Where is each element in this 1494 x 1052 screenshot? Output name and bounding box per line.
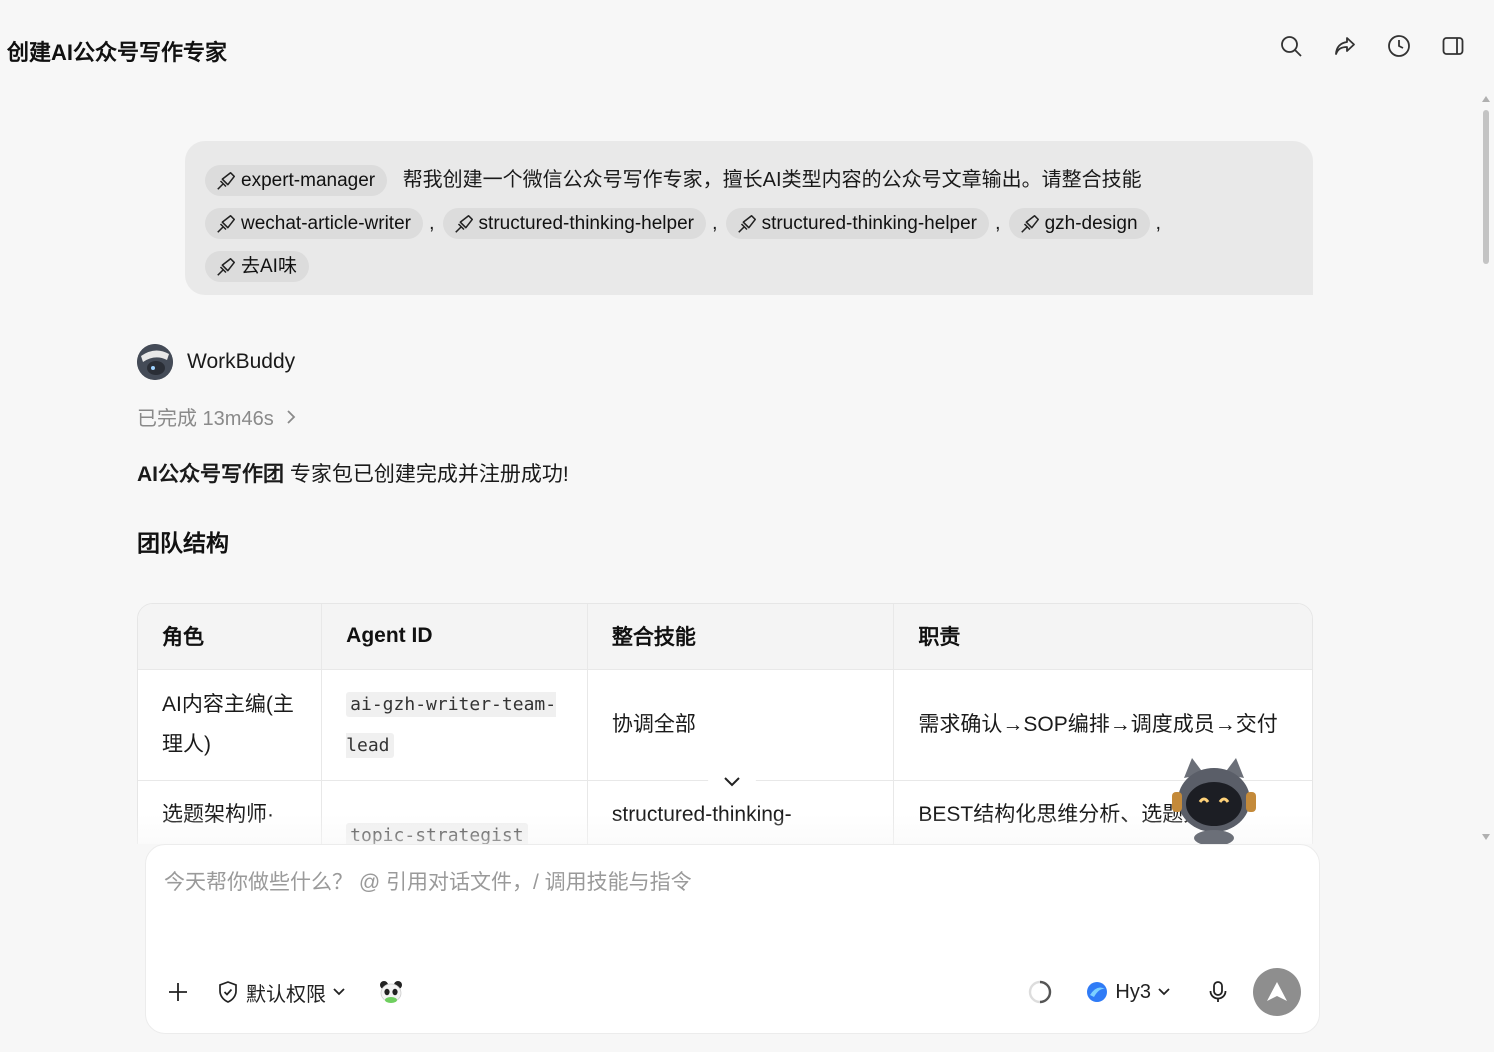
voice-input-button[interactable] — [1207, 980, 1229, 1004]
chevron-down-icon — [1158, 988, 1170, 996]
skill-chip-label: 去AI味 — [241, 256, 297, 278]
separator: , — [1155, 212, 1162, 234]
chevron-down-icon — [724, 777, 740, 787]
message-text: 帮我创建一个微信公众号写作专家，擅长AI类型内容的公众号文章输出。请整合技能 — [402, 169, 1142, 191]
skill-chip-label: structured-thinking-helper — [761, 213, 978, 235]
summary-rest: 专家包已创建完成并注册成功! — [284, 463, 569, 486]
skill-icon — [217, 171, 236, 190]
column-header: 角色 — [138, 604, 323, 670]
loading-spinner-icon — [1029, 980, 1052, 1004]
app-window: 创建AI公众号写作专家 expert-manager 帮我创建一个微信公众号写作… — [0, 4, 1494, 1052]
plus-icon — [169, 983, 187, 1001]
skill-chip[interactable]: gzh-design — [1008, 208, 1150, 240]
user-message-bubble: expert-manager 帮我创建一个微信公众号写作专家，擅长AI类型内容的… — [185, 141, 1313, 295]
send-button[interactable] — [1253, 968, 1301, 1016]
composer-toolbar: 默认权限 Hy3 — [166, 967, 1301, 1017]
assistant-avatar — [137, 344, 173, 380]
column-header: 职责 — [893, 604, 1312, 670]
agent-id-cell: ai-gzh-writer-team-lead — [321, 669, 588, 781]
scrollbar[interactable] — [1482, 96, 1490, 840]
task-status[interactable]: 已完成 13m46s — [137, 402, 296, 431]
permission-label: 默认权限 — [246, 983, 326, 1006]
skill-icon — [454, 214, 473, 233]
summary-text: AI公众号写作团 专家包已创建完成并注册成功! — [137, 458, 569, 488]
mascot-robot-icon[interactable] — [1166, 752, 1262, 844]
chevron-down-icon — [333, 988, 345, 996]
panda-mode-button[interactable] — [378, 979, 404, 1005]
title-actions — [1278, 33, 1466, 59]
title-bar: 创建AI公众号写作专家 — [0, 4, 1494, 92]
skill-chip[interactable]: structured-thinking-helper — [442, 208, 706, 240]
share-icon — [1335, 37, 1355, 55]
skill-chip-label: wechat-article-writer — [241, 213, 411, 235]
assistant-header: WorkBuddy — [137, 344, 295, 380]
team-table: 角色 Agent ID 整合技能 职责 AI内容主编(主理人) ai-gzh-w… — [137, 603, 1313, 844]
skill-icon — [737, 214, 756, 233]
assistant-name: WorkBuddy — [187, 350, 296, 373]
skill-icon — [217, 214, 236, 233]
loading-indicator — [1027, 979, 1053, 1005]
scrollbar-thumb[interactable] — [1483, 110, 1489, 264]
separator: , — [995, 212, 1001, 234]
skill-chip[interactable]: 去AI味 — [205, 251, 309, 283]
search-icon — [1281, 36, 1302, 57]
summary-bold: AI公众号写作团 — [137, 463, 284, 486]
permission-dropdown[interactable]: 默认权限 — [216, 978, 346, 1007]
history-icon — [1388, 35, 1410, 57]
skill-chip[interactable]: expert-manager — [205, 165, 388, 197]
model-selector[interactable]: Hy3 — [1085, 980, 1171, 1004]
separator: , — [428, 212, 435, 234]
task-status-label: 已完成 13m46s — [137, 408, 274, 430]
scroll-down-arrow[interactable] — [1482, 834, 1490, 840]
skill-icon — [1020, 214, 1039, 233]
history-button[interactable] — [1386, 33, 1412, 59]
skill-chip[interactable]: wechat-article-writer — [205, 208, 423, 240]
role-cell: AI内容主编(主理人) — [138, 669, 323, 781]
robot-avatar-icon — [137, 344, 173, 380]
share-button[interactable] — [1332, 33, 1358, 59]
sidebar-toggle-button[interactable] — [1440, 33, 1466, 59]
shield-check-icon — [219, 981, 237, 1003]
skill-chip-label: expert-manager — [241, 170, 376, 192]
column-header: 整合技能 — [587, 604, 895, 670]
scroll-up-arrow[interactable] — [1482, 96, 1490, 102]
table-header-row: 角色 Agent ID 整合技能 职责 — [138, 604, 1312, 670]
message-input[interactable] — [164, 863, 1294, 903]
agent-id-code: ai-gzh-writer-team-lead — [346, 691, 557, 758]
scroll-fade — [137, 814, 1313, 844]
send-arrow-icon — [1267, 982, 1287, 1001]
search-button[interactable] — [1278, 33, 1304, 59]
microphone-icon — [1209, 981, 1227, 1002]
message-composer: 默认权限 — [145, 844, 1320, 1034]
sidebar-toggle-icon — [1442, 37, 1464, 55]
skill-icon — [217, 257, 236, 276]
conversation-area[interactable]: expert-manager 帮我创建一个微信公众号写作专家，擅长AI类型内容的… — [0, 92, 1494, 844]
skill-chip-label: structured-thinking-helper — [478, 213, 694, 235]
add-attachment-button[interactable] — [166, 980, 190, 1004]
skill-chip[interactable]: structured-thinking-helper — [725, 208, 990, 240]
model-label: Hy3 — [1115, 980, 1151, 1003]
chevron-right-icon — [287, 409, 295, 424]
column-header: Agent ID — [321, 604, 588, 670]
skill-chip-label: gzh-design — [1044, 213, 1138, 235]
scroll-to-bottom-button[interactable] — [708, 764, 756, 800]
model-logo-icon — [1087, 982, 1108, 1002]
panda-icon — [380, 981, 402, 1003]
separator: , — [712, 212, 718, 234]
page-title: 创建AI公众号写作专家 — [7, 40, 228, 65]
section-title: 团队结构 — [137, 530, 229, 556]
